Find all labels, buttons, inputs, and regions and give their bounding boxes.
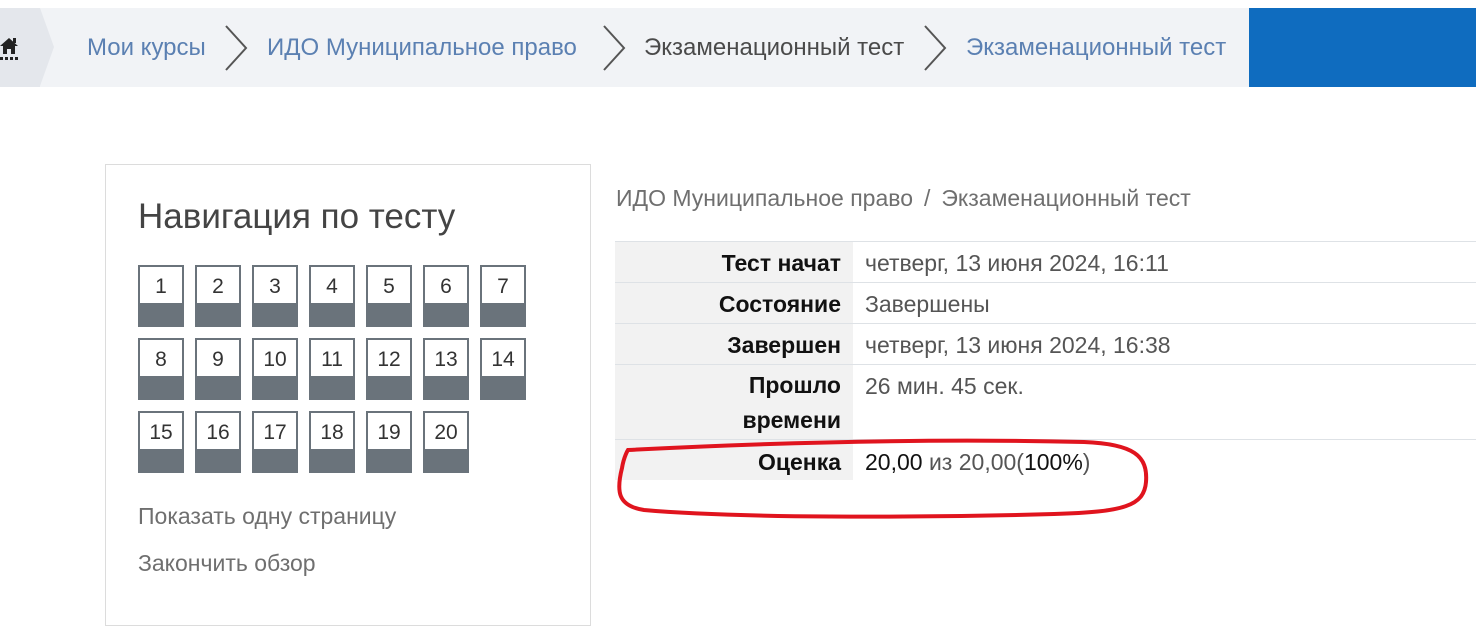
question-state-bar: [311, 376, 353, 398]
summary-value: четверг, 13 июня 2024, 16:38: [865, 332, 1171, 358]
question-nav-button[interactable]: 15: [138, 411, 184, 473]
summary-label-line: Прошло: [748, 372, 841, 398]
quiz-navigation-title: Навигация по тесту: [138, 197, 456, 236]
summary-row-time-taken: Прошло времени 26 мин. 45 сек.: [615, 364, 1476, 439]
question-number: 2: [212, 275, 224, 298]
question-state-bar: [482, 376, 524, 398]
breadcrumb-course[interactable]: ИДО Муниципальное право: [267, 8, 577, 87]
summary-quiz-name[interactable]: Экзаменационный тест: [941, 185, 1190, 211]
summary-value: Завершены: [865, 291, 990, 317]
question-nav-button[interactable]: 6: [423, 265, 469, 327]
summary-course-name[interactable]: ИДО Муниципальное право: [616, 185, 913, 211]
question-state-bar: [425, 376, 467, 398]
question-number: 13: [434, 348, 458, 371]
question-number: 15: [149, 421, 173, 444]
question-nav-button[interactable]: 3: [252, 265, 298, 327]
question-state-bar: [425, 303, 467, 325]
question-state-bar: [311, 303, 353, 325]
question-number: 5: [383, 275, 395, 298]
question-state-bar: [197, 303, 239, 325]
question-state-bar: [368, 376, 410, 398]
question-nav-button[interactable]: 9: [195, 338, 241, 400]
summary-value: 26 мин. 45 сек.: [865, 373, 1024, 399]
question-state-bar: [311, 449, 353, 471]
question-nav-button[interactable]: 1: [138, 265, 184, 327]
question-state-bar: [140, 303, 182, 325]
question-number: 17: [263, 421, 287, 444]
breadcrumb-my-courses[interactable]: Мои курсы: [87, 8, 206, 87]
summary-separator: /: [924, 185, 931, 211]
question-nav-button[interactable]: 7: [480, 265, 526, 327]
summary-row-started: Тест начат четверг, 13 июня 2024, 16:11: [615, 241, 1476, 282]
chevron-right-icon: [603, 25, 626, 71]
summary-row-state: Состояние Завершены: [615, 282, 1476, 323]
question-nav-button[interactable]: 12: [366, 338, 412, 400]
question-nav-button[interactable]: 2: [195, 265, 241, 327]
question-state-bar: [197, 376, 239, 398]
question-number: 10: [263, 348, 287, 371]
summary-label-line: времени: [742, 407, 841, 433]
question-nav-button[interactable]: 8: [138, 338, 184, 400]
summary-row-completed: Завершен четверг, 13 июня 2024, 16:38: [615, 323, 1476, 364]
home-crumb[interactable]: [0, 8, 40, 87]
question-state-bar: [197, 449, 239, 471]
question-state-bar: [425, 449, 467, 471]
question-number: 14: [491, 348, 515, 371]
question-nav-button[interactable]: 4: [309, 265, 355, 327]
question-nav-button[interactable]: 13: [423, 338, 469, 400]
header-accent-block: [1249, 8, 1476, 87]
question-state-bar: [482, 303, 524, 325]
question-nav-button[interactable]: 17: [252, 411, 298, 473]
question-state-bar: [368, 449, 410, 471]
show-one-page-link[interactable]: Показать одну страницу: [138, 503, 396, 530]
home-icon[interactable]: [0, 35, 20, 61]
question-number: 9: [212, 348, 224, 371]
summary-label: Тест начат: [615, 242, 853, 282]
question-number: 6: [440, 275, 452, 298]
chevron-right-icon: [924, 25, 947, 71]
breadcrumb: Мои курсы ИДО Муниципальное право Экзаме…: [0, 8, 1476, 87]
question-state-bar: [254, 449, 296, 471]
question-number: 3: [269, 275, 281, 298]
summary-value: четверг, 13 июня 2024, 16:11: [865, 250, 1169, 276]
question-state-bar: [140, 449, 182, 471]
question-number: 19: [377, 421, 401, 444]
question-number: 18: [320, 421, 344, 444]
breadcrumb-section[interactable]: Экзаменационный тест: [644, 8, 904, 87]
question-nav-button[interactable]: 19: [366, 411, 412, 473]
summary-label: Состояние: [615, 283, 853, 323]
question-number: 4: [326, 275, 338, 298]
quiz-navigation-panel: Навигация по тесту 1 2 3 4 5 6 7 8 9 10 11 12 13 14 15…: [105, 164, 591, 626]
question-number: 12: [377, 348, 401, 371]
question-state-bar: [368, 303, 410, 325]
question-number: 11: [321, 348, 343, 371]
highlight-oval: [617, 438, 1149, 519]
question-state-bar: [254, 303, 296, 325]
question-number: 1: [155, 275, 167, 298]
home-crumb-arrow: [40, 8, 54, 86]
question-nav-button[interactable]: 16: [195, 411, 241, 473]
finish-review-link[interactable]: Закончить обзор: [138, 550, 316, 577]
summary-breadcrumb: ИДО Муниципальное право / Экзаменационный …: [616, 185, 1191, 212]
question-number: 7: [497, 275, 509, 298]
question-nav-button[interactable]: 14: [480, 338, 526, 400]
question-state-bar: [140, 376, 182, 398]
question-nav-button[interactable]: 20: [423, 411, 469, 473]
question-nav-button[interactable]: 18: [309, 411, 355, 473]
question-state-bar: [254, 376, 296, 398]
question-number: 20: [434, 421, 458, 444]
question-number: 8: [155, 348, 167, 371]
breadcrumb-quiz[interactable]: Экзаменационный тест: [966, 8, 1226, 87]
question-nav-button[interactable]: 11: [309, 338, 355, 400]
question-nav-button[interactable]: 5: [366, 265, 412, 327]
summary-label: Прошло времени: [615, 365, 853, 439]
question-nav-button[interactable]: 10: [252, 338, 298, 400]
summary-label: Завершен: [615, 324, 853, 364]
question-number: 16: [206, 421, 230, 444]
chevron-right-icon: [225, 25, 248, 71]
